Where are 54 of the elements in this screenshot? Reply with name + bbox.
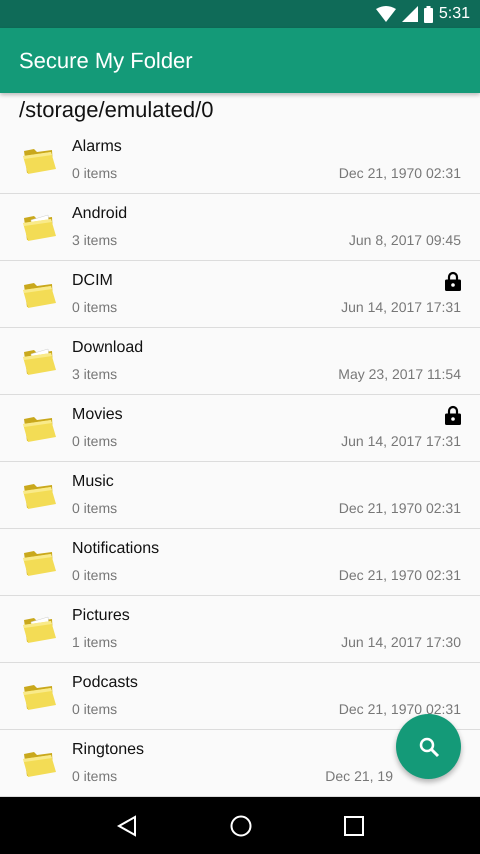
modified-date: Jun 14, 2017 17:31 (341, 299, 461, 315)
folder-row[interactable]: Movies 0 items Jun 14, 2017 17:31 (0, 395, 480, 462)
folder-name: Music (72, 473, 114, 491)
folder-row[interactable]: Music 0 items Dec 21, 1970 02:31 (0, 462, 480, 529)
home-icon[interactable] (230, 814, 252, 836)
modified-date: Dec 21, 1970 02:31 (338, 165, 461, 181)
folder-row[interactable]: Notifications 0 items Dec 21, 1970 02:31 (0, 529, 480, 596)
folder-path: /storage/emulated/0 (19, 97, 214, 123)
modified-date: Dec 21, 1970 02:31 (338, 701, 461, 717)
item-count: 0 items (72, 768, 118, 784)
search-icon (418, 736, 440, 758)
modified-date: Dec 21, 1970 02:31 (338, 567, 461, 583)
lock-icon (445, 271, 461, 291)
modified-date: Jun 14, 2017 17:30 (341, 634, 461, 650)
search-button[interactable] (396, 714, 461, 779)
folder-name: Pictures (72, 607, 130, 625)
folder-with-paper-icon (22, 212, 58, 242)
item-count: 3 items (72, 366, 118, 382)
folder-with-paper-icon (22, 614, 58, 644)
folder-name: DCIM (72, 272, 113, 290)
folder-row[interactable]: Download 3 items May 23, 2017 11:54 (0, 328, 480, 395)
back-icon[interactable] (116, 814, 138, 836)
folder-name: Android (72, 205, 128, 223)
item-count: 0 items (72, 299, 118, 315)
folder-name: Podcasts (72, 674, 138, 692)
battery-icon (424, 6, 433, 22)
item-count: 0 items (72, 567, 118, 583)
folder-row[interactable]: DCIM 0 items Jun 14, 2017 17:31 (0, 261, 480, 328)
modified-date: Jun 8, 2017 09:45 (348, 232, 461, 248)
item-count: 0 items (72, 433, 118, 449)
wifi-icon (376, 6, 396, 22)
signal-icon (402, 6, 418, 22)
folder-name: Notifications (72, 540, 160, 558)
item-count: 0 items (72, 165, 118, 181)
folder-name: Alarms (72, 138, 122, 156)
item-count: 1 items (72, 634, 118, 650)
modified-date: Jun 14, 2017 17:31 (341, 433, 461, 449)
folder-row[interactable]: Android 3 items Jun 8, 2017 09:45 (0, 194, 480, 261)
folder-name: Ringtones (72, 741, 144, 759)
folder-name: Movies (72, 406, 123, 424)
item-count: 0 items (72, 500, 118, 516)
app-title: Secure My Folder (19, 48, 193, 74)
lock-icon (445, 405, 461, 425)
modified-date: Dec 21, 19 (325, 768, 393, 784)
item-count: 0 items (72, 701, 118, 717)
folder-name: Download (72, 339, 144, 357)
folder-row[interactable]: Pictures 1 items Jun 14, 2017 17:30 (0, 596, 480, 663)
item-count: 3 items (72, 232, 118, 248)
status-time: 5:31 (438, 5, 470, 23)
folder-with-paper-icon (22, 346, 58, 376)
folder-row[interactable]: Alarms 0 items Dec 21, 1970 02:31 (0, 127, 480, 194)
recents-icon[interactable] (344, 816, 364, 836)
modified-date: Dec 21, 1970 02:31 (338, 500, 461, 516)
modified-date: May 23, 2017 11:54 (338, 366, 461, 382)
